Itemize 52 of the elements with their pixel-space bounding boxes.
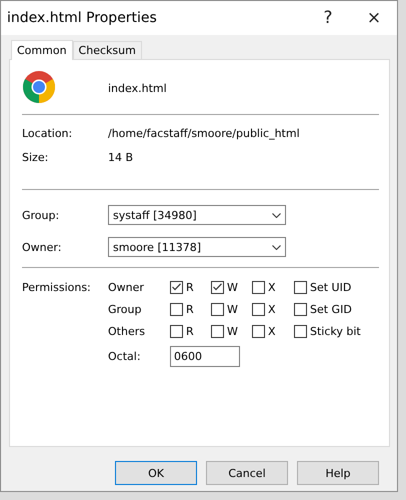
field-label: Location: — [22, 126, 74, 140]
checkbox-label: X — [268, 302, 276, 316]
checkbox-label: X — [268, 280, 276, 294]
caret-icon — [272, 244, 281, 250]
field-label: Size: — [22, 150, 50, 164]
help-button[interactable]: ? — [305, 1, 351, 35]
browser-logo-icon — [22, 70, 56, 104]
checkbox[interactable] — [211, 302, 224, 316]
checkbox[interactable] — [170, 324, 183, 338]
check-icon — [213, 283, 222, 291]
checkbox[interactable] — [170, 302, 183, 316]
checkbox[interactable] — [252, 324, 265, 338]
checkbox[interactable] — [294, 280, 307, 294]
field-label: Permissions: — [22, 280, 92, 296]
checkbox[interactable] — [294, 302, 307, 316]
checkbox[interactable] — [211, 324, 224, 338]
checkbox-label: R — [186, 280, 194, 294]
checkbox-label: Set UID — [310, 280, 352, 294]
checkbox-label: Sticky bit — [310, 324, 361, 338]
field-label: Owner: — [22, 240, 62, 254]
dialog-button[interactable]: Cancel — [206, 461, 288, 485]
checkbox-label: R — [186, 302, 194, 316]
tab[interactable]: Checksum — [72, 41, 142, 59]
checkbox[interactable] — [170, 280, 183, 294]
checkbox[interactable] — [294, 324, 307, 338]
checkbox[interactable] — [252, 280, 265, 294]
checkbox-label: Set GID — [310, 302, 352, 316]
checkbox-label: W — [227, 324, 238, 338]
close-button[interactable]: × — [351, 1, 397, 35]
field-label: Group: — [22, 208, 60, 222]
checkbox[interactable] — [211, 280, 224, 294]
dialog-button[interactable]: OK — [115, 461, 197, 485]
permission-label: Others — [108, 324, 146, 338]
tab[interactable]: Common — [11, 40, 73, 60]
dropdown[interactable]: smoore [11378] — [108, 237, 286, 257]
file-name: index.html — [108, 82, 167, 94]
checkbox-label: X — [268, 324, 276, 338]
checkbox-label: W — [227, 302, 238, 316]
field-label: Octal: — [108, 350, 142, 362]
permission-label: Group — [108, 302, 142, 316]
dropdown[interactable]: systaff [34980] — [108, 205, 286, 225]
checkbox[interactable] — [252, 302, 265, 316]
checkbox-label: W — [227, 280, 238, 294]
field-value: /home/facstaff/smoore/public_html — [108, 126, 300, 140]
field-value: 14 B — [108, 150, 134, 164]
permission-label: Owner — [108, 280, 145, 294]
octal-field[interactable]: 0600 — [170, 346, 240, 366]
dialog-button[interactable]: Help — [297, 461, 379, 485]
check-icon — [172, 283, 181, 291]
window-title: index.html Properties — [7, 10, 158, 26]
checkbox-label: R — [186, 324, 194, 338]
caret-icon — [272, 212, 281, 218]
